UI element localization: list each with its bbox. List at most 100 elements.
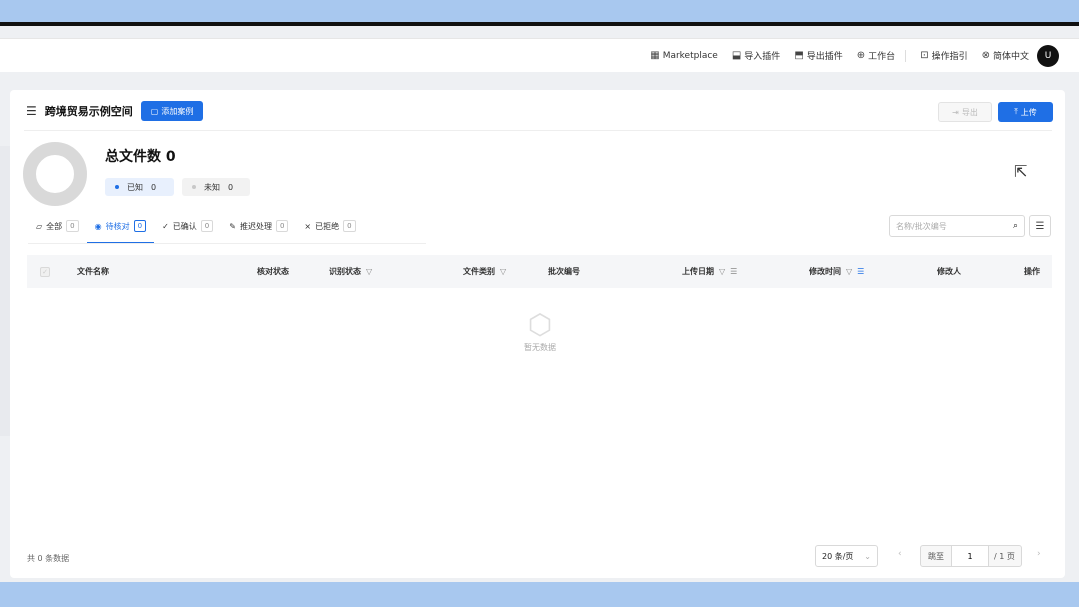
top-navbar: ▦ Marketplace ⬓ 导入插件 ⬒ 导出插件 ⊕ 工作台 ⊡ 操作指引… [0, 38, 1079, 72]
collapse-menu-icon[interactable]: ☰ [26, 104, 37, 118]
column-label: 文件类别 [463, 267, 495, 276]
guide-icon: ⊡ [920, 50, 929, 61]
column-label: 文件名称 [77, 267, 109, 276]
sort-icon[interactable]: ☰ [857, 267, 864, 276]
goto-label: 跳至 [928, 551, 944, 561]
total-value: 0 [165, 149, 176, 165]
avatar[interactable]: U [1037, 44, 1059, 67]
known-count: 0 [151, 182, 157, 192]
filter-icon[interactable]: ▽ [500, 267, 506, 276]
close-icon: × [304, 221, 312, 231]
col-actions: 操作 [1024, 255, 1040, 288]
bottom-background-strip [0, 582, 1079, 607]
folder-icon: ▱ [36, 221, 43, 231]
search-box: ⌕ [889, 215, 1025, 237]
known-label: 已知 [127, 182, 143, 192]
mouse-cursor-icon: ⇱ [1014, 162, 1028, 181]
unknown-chip[interactable]: 未知 0 [182, 178, 250, 196]
select-all-cell: ✓ [40, 255, 50, 288]
filter-settings-button[interactable]: ☰ [1029, 215, 1051, 237]
nav-label: 导入插件 [744, 52, 781, 62]
tabs-underline [28, 243, 426, 244]
nav-import-plugin[interactable]: ⬓ 导入插件 [732, 49, 780, 62]
tab-label: 推迟处理 [239, 221, 272, 231]
nav-marketplace[interactable]: ▦ Marketplace [650, 50, 718, 61]
export-label: 导出 [961, 107, 978, 117]
upload-icon: ⤒ [1014, 107, 1018, 116]
col-upload-date: 上传日期 ▽ ☰ [682, 255, 737, 288]
tab-label: 已拒绝 [315, 221, 340, 231]
export-icon: ⇥ [952, 107, 959, 117]
sort-icon[interactable]: ☰ [730, 267, 737, 276]
top-background-strip [0, 0, 1079, 22]
empty-box-icon: ⬡ [527, 308, 553, 341]
sliders-icon: ☰ [1035, 220, 1045, 232]
unknown-dot-icon [192, 185, 196, 189]
unknown-count: 0 [228, 182, 234, 192]
search-icon[interactable]: ⌕ [1013, 221, 1018, 231]
workspace-header: ☰ 跨境贸易示例空间 ▢ 添加案例 [26, 101, 204, 121]
left-edge-panel [0, 146, 10, 436]
tab-confirmed[interactable]: ✓ 已确认 0 [154, 210, 221, 244]
export-button[interactable]: ⇥ 导出 [938, 102, 992, 122]
known-dot-icon [115, 185, 119, 189]
col-check-status: 核对状态 [257, 255, 289, 288]
upload-label: 上传 [1020, 107, 1037, 117]
tab-count: 0 [275, 220, 289, 232]
col-file-category: 文件类别 ▽ [463, 255, 506, 288]
chevron-down-icon: ⌄ [864, 551, 871, 561]
tab-label: 全部 [46, 221, 63, 231]
nav-label: Marketplace [662, 50, 718, 61]
column-label: 操作 [1024, 267, 1040, 276]
filter-icon[interactable]: ▽ [846, 267, 852, 276]
known-chip[interactable]: 已知 0 [105, 178, 174, 196]
search-input[interactable] [896, 221, 996, 231]
tab-all[interactable]: ▱ 全部 0 [28, 210, 87, 244]
column-label: 上传日期 [682, 267, 714, 276]
add-case-label: 添加案例 [161, 106, 194, 116]
select-all-checkbox[interactable]: ✓ [40, 266, 50, 277]
nav-label: 操作指引 [931, 52, 968, 62]
file-add-icon: ▢ [150, 106, 159, 116]
empty-state: ⬡ 暂无数据 [515, 308, 565, 353]
tab-label: 待核对 [105, 221, 130, 231]
page-size-select[interactable]: 20 条/页 ⌄ [815, 545, 878, 567]
next-page-icon[interactable]: › [1037, 549, 1041, 559]
total-files: 总文件数 0 [105, 146, 176, 166]
prev-page-icon[interactable]: ‹ [898, 549, 902, 559]
tab-rejected[interactable]: × 已拒绝 0 [296, 210, 363, 244]
app-window: ▦ Marketplace ⬓ 导入插件 ⬒ 导出插件 ⊕ 工作台 ⊡ 操作指引… [0, 26, 1079, 582]
unknown-label: 未知 [204, 182, 220, 192]
page-jumper: 跳至 / 1 页 [920, 545, 1022, 567]
nav-export-plugin[interactable]: ⬒ 导出插件 [794, 49, 842, 62]
tab-label: 已确认 [172, 221, 197, 231]
eye-icon: ◉ [94, 221, 102, 231]
table-header: ✓ 文件名称 核对状态 识别状态 ▽ 文件类别 ▽ 批次编号 上传日期 ▽ ☰ … [27, 255, 1052, 288]
filter-icon[interactable]: ▽ [719, 267, 725, 276]
file-stats-donut [23, 142, 87, 206]
column-label: 识别状态 [329, 267, 361, 276]
col-file-name: 文件名称 [77, 255, 109, 288]
add-case-button[interactable]: ▢ 添加案例 [140, 101, 204, 121]
page-number-input[interactable] [951, 546, 989, 566]
tab-pending[interactable]: ◉ 待核对 0 [86, 210, 155, 244]
nav-label: 简体中文 [992, 52, 1029, 62]
workspace-title: 跨境贸易示例空间 [44, 105, 133, 118]
upload-button[interactable]: ⤒ 上传 [998, 102, 1053, 122]
col-modifier: 修改人 [937, 255, 961, 288]
status-tabs: ▱ 全部 0 ◉ 待核对 0 ✓ 已确认 0 ✎ 推迟处理 0 × 已拒绝 0 [28, 210, 364, 244]
nav-label: 工作台 [868, 52, 896, 62]
globe-icon: ⊗ [981, 50, 990, 61]
column-label: 修改时间 [809, 267, 841, 276]
nav-guide[interactable]: ⊡ 操作指引 [920, 49, 967, 62]
tab-deferred[interactable]: ✎ 推迟处理 0 [221, 210, 296, 244]
total-count-text: 共 0 条数据 [27, 554, 70, 563]
total-label: 总文件数 [105, 149, 161, 165]
filter-icon[interactable]: ▽ [366, 267, 372, 276]
pen-icon: ✎ [229, 221, 236, 231]
page-size-value: 20 条/页 [822, 551, 854, 561]
col-modified-time: 修改时间 ▽ ☰ [809, 255, 864, 288]
nav-workbench[interactable]: ⊕ 工作台 [857, 49, 895, 62]
header-divider [24, 130, 1052, 131]
nav-language[interactable]: ⊗ 简体中文 [982, 49, 1029, 62]
